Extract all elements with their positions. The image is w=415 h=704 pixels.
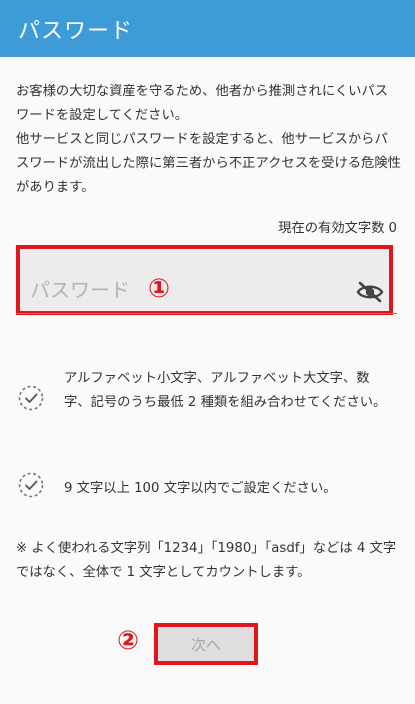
intro-paragraph-2: 他サービスと同じパスワードを設定すると、他サービスからパスワードが流出した際に第… — [16, 132, 401, 195]
counter-value: 0 — [388, 221, 397, 236]
requirement-text: アルファベット小文字、アルファベット大文字、数字、記号のうち最低 2 種類を組み… — [64, 371, 387, 410]
password-field-container: ① — [16, 245, 393, 315]
character-counter: 現在の有効文字数 0 — [278, 217, 397, 236]
counter-label: 現在の有効文字数 — [278, 221, 385, 236]
intro-text: お客様の大切な資産を守るため、他者から推測されにくいパスワードを設定してください… — [16, 80, 401, 200]
app-header: パスワード — [0, 0, 415, 57]
next-button[interactable]: 次へ — [154, 623, 258, 665]
password-underline — [16, 313, 397, 314]
dashed-check-circle-icon — [18, 385, 44, 411]
dashed-check-circle-icon — [18, 472, 44, 498]
intro-paragraph-1: お客様の大切な資産を守るため、他者から推測されにくいパスワードを設定してください… — [16, 84, 389, 123]
annotation-marker-2: ② — [117, 626, 140, 656]
page-title: パスワード — [18, 19, 134, 44]
annotation-marker-1: ① — [148, 274, 171, 304]
password-input[interactable] — [30, 277, 250, 303]
requirement-text: 9 文字以上 100 文字以内でご設定ください。 — [64, 481, 337, 496]
note-text: ※ よく使われる文字列「1234」「1980」「asdf」などは 4 文字ではな… — [16, 541, 397, 580]
eye-off-icon[interactable] — [356, 281, 384, 303]
